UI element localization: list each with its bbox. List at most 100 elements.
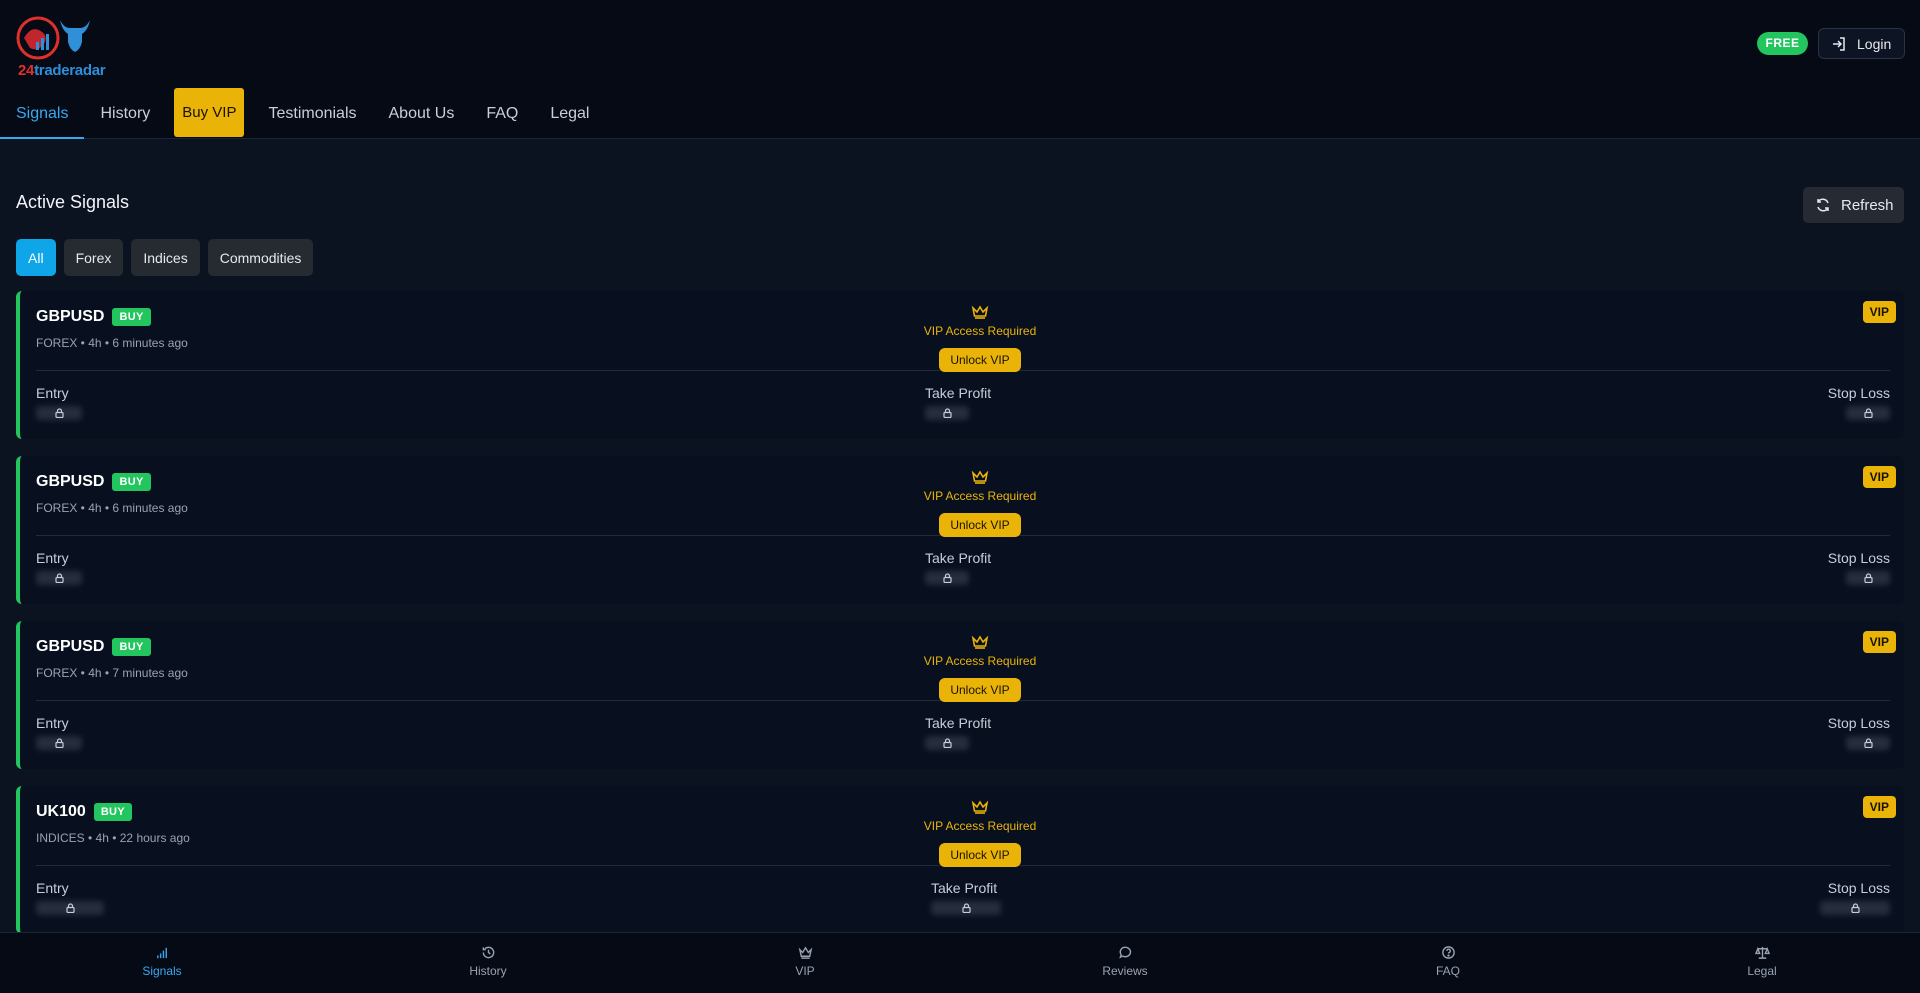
signal-card: GBPUSD BUY FOREX • 4h • 6 minutes ago VI… [16,456,1904,604]
take-profit-value-locked [931,901,1001,915]
crown-icon [971,800,989,814]
vip-required-text: VIP Access Required [923,654,1037,668]
stop-loss-label: Stop Loss [1827,880,1890,896]
lock-icon [54,408,64,418]
unlock-vip-button[interactable]: Unlock VIP [939,513,1021,537]
lock-icon [961,903,971,913]
lock-icon [1863,573,1873,583]
refresh-label: Refresh [1841,196,1894,214]
entry-label: Entry [36,880,69,896]
filter-commodities[interactable]: Commodities [207,239,314,276]
nav-legal[interactable]: Legal [534,88,605,139]
nav-testimonials[interactable]: Testimonials [252,88,372,139]
lock-icon [942,573,952,583]
signal-symbol-row: UK100 BUY [36,803,132,821]
plan-badge: FREE [1757,32,1808,55]
brand-name: 24traderadar [18,62,106,79]
vip-tag: VIP [1862,466,1896,488]
filter-all[interactable]: All [16,239,56,276]
lock-icon [1863,408,1873,418]
bottom-nav-signals[interactable]: Signals [102,945,222,978]
unlock-vip-button[interactable]: Unlock VIP [939,843,1021,867]
bottom-nav-reviews[interactable]: Reviews [1065,945,1185,978]
signal-side-badge: BUY [112,308,151,326]
signal-meta: FOREX • 4h • 7 minutes ago [36,666,188,680]
filter-indices[interactable]: Indices [131,239,200,276]
take-profit-label: Take Profit [925,715,992,731]
vip-tag: VIP [1862,631,1896,653]
take-profit-label: Take Profit [931,880,998,896]
filter-forex[interactable]: Forex [63,239,124,276]
signal-symbol-row: GBPUSD BUY [36,308,151,326]
bottom-nav-vip[interactable]: VIP [745,945,865,978]
unlock-vip-button[interactable]: Unlock VIP [939,348,1021,372]
vip-lock-panel: VIP Access Required Unlock VIP [920,305,1040,372]
entry-value-locked [36,901,104,915]
bottom-nav-label: VIP [795,964,815,978]
entry-value-locked [36,736,82,750]
lock-icon [942,738,952,748]
nav-faq[interactable]: FAQ [470,88,534,139]
signal-symbol: GBPUSD [36,308,105,325]
signal-symbol: GBPUSD [36,638,105,655]
stop-loss-value-locked [1846,571,1890,585]
signal-meta: FOREX • 4h • 6 minutes ago [36,336,188,350]
vip-lock-panel: VIP Access Required Unlock VIP [920,635,1040,702]
signal-card: UK100 BUY INDICES • 4h • 22 hours ago VI… [16,786,1904,934]
stop-loss-label: Stop Loss [1827,715,1890,731]
stop-loss-label: Stop Loss [1827,550,1890,566]
refresh-button[interactable]: Refresh [1803,187,1904,223]
take-profit-value-locked [925,571,969,585]
lock-icon [54,738,64,748]
nav-about-us[interactable]: About Us [373,88,471,139]
nav-signals[interactable]: Signals [0,88,85,139]
login-icon [1833,36,1845,51]
stop-loss-value-locked [1846,736,1890,750]
lock-icon [1863,738,1873,748]
help-circle-icon [1441,946,1455,959]
lock-icon [1850,903,1860,913]
entry-label: Entry [36,550,69,566]
take-profit-value-locked [925,736,969,750]
stop-loss-value-locked [1820,901,1890,915]
vip-tag: VIP [1862,301,1896,323]
lock-icon [942,408,952,418]
bottom-nav-label: History [469,964,507,978]
bottom-nav-faq[interactable]: FAQ [1388,945,1508,978]
signal-symbol-row: GBPUSD BUY [36,473,151,491]
crown-icon [798,946,812,959]
entry-value-locked [36,571,82,585]
take-profit-value-locked [925,406,969,420]
bottom-nav-label: FAQ [1435,964,1460,978]
nav-history[interactable]: History [84,88,166,139]
vip-lock-panel: VIP Access Required Unlock VIP [920,470,1040,537]
filter-tabs: All Forex Indices Commodities [16,239,314,276]
crown-icon [971,470,989,484]
bottom-nav-legal[interactable]: Legal [1702,945,1822,978]
nav-buy-vip[interactable]: Buy VIP [174,88,245,137]
vip-tag: VIP [1862,796,1896,818]
signal-card: GBPUSD BUY FOREX • 4h • 6 minutes ago VI… [16,291,1904,439]
vip-lock-panel: VIP Access Required Unlock VIP [920,800,1040,867]
signal-symbol: GBPUSD [36,473,105,490]
vip-required-text: VIP Access Required [923,489,1037,503]
entry-value-locked [36,406,82,420]
signal-card: GBPUSD BUY FOREX • 4h • 7 minutes ago VI… [16,621,1904,769]
refresh-icon [1817,198,1829,212]
stop-loss-label: Stop Loss [1827,385,1890,401]
main-nav: Signals History Buy VIP Testimonials Abo… [0,88,605,139]
bottom-nav-history[interactable]: History [428,945,548,978]
history-icon [482,946,494,959]
signal-meta: INDICES • 4h • 22 hours ago [36,831,190,845]
unlock-vip-button[interactable]: Unlock VIP [939,678,1021,702]
entry-label: Entry [36,715,69,731]
signal-side-badge: BUY [112,638,151,656]
lock-icon [54,573,64,583]
chat-bubble-icon [1118,946,1131,959]
signal-symbol: UK100 [36,803,86,820]
login-button[interactable]: Login [1818,28,1905,59]
bottom-nav-label: Legal [1747,964,1777,978]
lock-icon [65,903,75,913]
crown-icon [971,635,989,649]
bottom-nav: Signals History VIP Reviews FAQ Legal [0,932,1920,993]
